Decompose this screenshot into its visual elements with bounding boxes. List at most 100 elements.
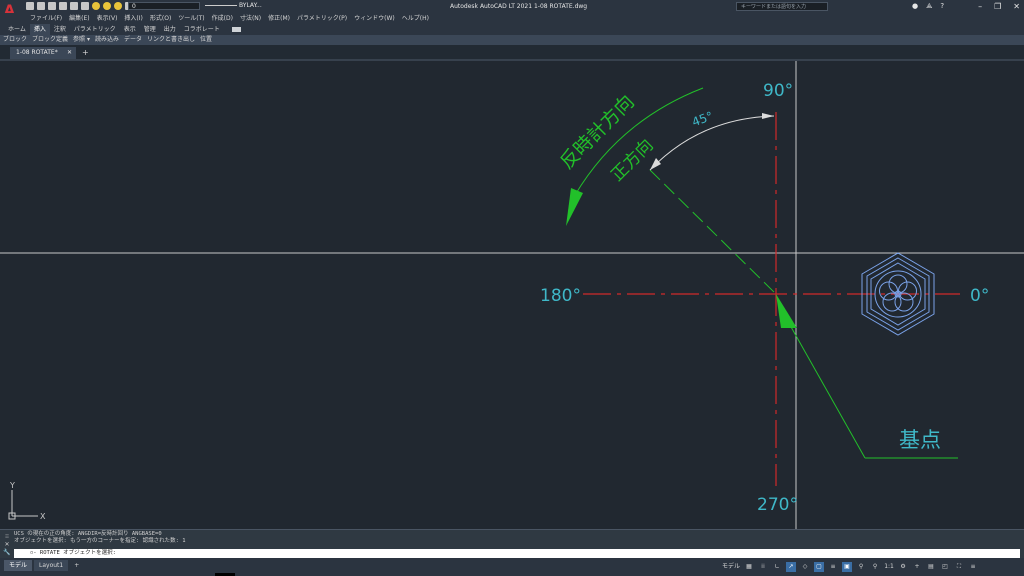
tab-layout1[interactable]: Layout1 xyxy=(34,560,69,571)
ribbon-minimize-button[interactable] xyxy=(231,27,241,32)
menu-window[interactable]: ウィンドウ(W) xyxy=(354,13,395,24)
annotation-visibility-icon[interactable]: ⚲ xyxy=(856,562,866,572)
ucs-icon: Y X xyxy=(8,481,46,521)
layer-dropdown[interactable]: 0 xyxy=(128,2,200,10)
linetype-dropdown[interactable]: BYLAY... xyxy=(205,2,275,10)
annotation-scale[interactable]: 1:1 xyxy=(884,562,894,572)
panel-data[interactable]: データ xyxy=(124,35,142,45)
petal-upper-left xyxy=(879,281,898,301)
menu-bar: ファイル(F) 編集(E) 表示(V) 挿入(I) 形式(O) ツール(T) 作… xyxy=(0,13,1024,24)
saveas-icon[interactable] xyxy=(59,2,67,10)
tab-annotate[interactable]: 注釈 xyxy=(50,24,70,35)
tab-insert[interactable]: 挿入 xyxy=(29,24,50,35)
command-history: UCS の現在の正の角度: ANGDIR=反時計回り ANGBASE=0 オブジ… xyxy=(14,531,186,545)
ortho-icon[interactable]: ∟ xyxy=(772,562,782,572)
osnap-icon[interactable]: ▢ xyxy=(814,562,825,572)
layout-tabs: モデル Layout1 + xyxy=(4,560,83,571)
panel-block-definition[interactable]: ブロック定義 xyxy=(32,35,68,45)
window-title: Autodesk AutoCAD LT 2021 1-08 ROTATE.dwg xyxy=(450,3,588,10)
tab-manage[interactable]: 管理 xyxy=(140,24,160,35)
petal-lower-left xyxy=(882,292,902,312)
file-tab-bar: 1-08 ROTATE* ✕ + xyxy=(0,45,1024,61)
model-space-button[interactable]: モデル xyxy=(722,562,740,572)
user-icon[interactable]: ● xyxy=(912,0,918,13)
minimize-icon[interactable]: – xyxy=(978,0,982,13)
command-input[interactable]: ▫- ROTATE オブジェクトを選択: xyxy=(14,549,1020,558)
window-controls: – ❐ ✕ xyxy=(978,0,1020,13)
close-tab-icon[interactable]: ✕ xyxy=(67,47,72,59)
menu-tools[interactable]: ツール(T) xyxy=(178,13,204,24)
ribbon-panel-bar: ブロック ブロック定義 参照 ▾ 読み込み データ リンクと書き出し 位置 xyxy=(0,35,1024,45)
tab-view[interactable]: 表示 xyxy=(120,24,140,35)
titlebar-tools: ● ⟁ ? xyxy=(912,0,944,13)
clean-screen-icon[interactable]: ⛶ xyxy=(954,562,964,572)
base-point-leader xyxy=(785,317,866,459)
menu-parametric[interactable]: パラメトリック(P) xyxy=(297,13,347,24)
selection-cycling-icon[interactable]: ▣ xyxy=(842,562,853,572)
units-icon[interactable]: ▤ xyxy=(926,562,936,572)
panel-reference[interactable]: 参照 ▾ xyxy=(73,35,90,45)
label-270: 270° xyxy=(757,495,798,515)
menu-modify[interactable]: 修正(M) xyxy=(268,13,290,24)
angle-label: 45° xyxy=(690,109,715,129)
lineweight-icon[interactable]: ≡ xyxy=(828,562,838,572)
history-line: オブジェクトを選択: もう一方のコーナーを指定: 認識された数: 1 xyxy=(14,538,186,544)
menu-draw[interactable]: 作成(D) xyxy=(212,13,233,24)
petal-top xyxy=(888,274,908,294)
menu-view[interactable]: 表示(V) xyxy=(97,13,118,24)
status-toolbar: モデル ▦ ⁞⁞ ∟ ↗ ◇ ▢ ≡ ▣ ⚲ ⚲ 1:1 ⚙ + ▤ ◰ ⛶ ≡ xyxy=(722,562,978,572)
menu-insert[interactable]: 挿入(I) xyxy=(124,13,142,24)
ribbon-tabs: ホーム 挿入 注釈 パラメトリック 表示 管理 出力 コラボレート xyxy=(0,24,1024,35)
save-icon[interactable] xyxy=(48,2,56,10)
search-input[interactable]: キーワードまたは語句を入力 xyxy=(736,2,828,11)
restore-icon[interactable]: ❐ xyxy=(994,0,1001,13)
new-file-icon[interactable] xyxy=(26,2,34,10)
tab-model[interactable]: モデル xyxy=(4,560,33,571)
drawing-canvas[interactable]: 90° 180° 0° 270° 45° 反時計方向 正方向 基点 Y X xyxy=(0,61,1024,529)
tab-collaborate[interactable]: コラボレート xyxy=(180,24,224,35)
command-window-handle[interactable]: ⁝⁝ ✕ 🔧 xyxy=(2,533,12,557)
ucs-x-label: X xyxy=(40,512,46,521)
bulb-icon[interactable] xyxy=(92,2,100,10)
sun-icon[interactable] xyxy=(103,2,111,10)
tab-home[interactable]: ホーム xyxy=(4,24,30,35)
new-tab-button[interactable]: + xyxy=(82,47,89,59)
hardware-accel-icon[interactable]: ◰ xyxy=(940,562,950,572)
grid-icon[interactable]: ▦ xyxy=(744,562,754,572)
lock-icon[interactable] xyxy=(114,2,122,10)
share-icon[interactable]: ⟁ xyxy=(926,0,932,13)
direction-line xyxy=(649,169,777,295)
angle-arrow-left xyxy=(650,158,661,170)
isodraft-icon[interactable]: ◇ xyxy=(800,562,810,572)
customize-icon[interactable]: ≡ xyxy=(968,562,978,572)
label-0: 0° xyxy=(970,286,989,306)
label-90: 90° xyxy=(763,81,793,101)
menu-dimension[interactable]: 寸法(N) xyxy=(240,13,261,24)
polar-icon[interactable]: ↗ xyxy=(786,562,797,572)
workspace-gear-icon[interactable]: ⚙ xyxy=(898,562,908,572)
panel-import[interactable]: 読み込み xyxy=(95,35,119,45)
help-icon[interactable]: ? xyxy=(940,0,944,13)
linetype-preview xyxy=(205,5,237,6)
tab-output[interactable]: 出力 xyxy=(160,24,180,35)
menu-edit[interactable]: 編集(E) xyxy=(69,13,89,24)
undo-icon[interactable] xyxy=(81,2,89,10)
print-icon[interactable] xyxy=(70,2,78,10)
base-point-arrowhead xyxy=(776,294,797,328)
tab-parametric[interactable]: パラメトリック xyxy=(70,24,120,35)
plus-icon[interactable]: + xyxy=(912,562,922,572)
snap-icon[interactable]: ⁞⁞ xyxy=(758,562,768,572)
menu-format[interactable]: 形式(O) xyxy=(150,13,171,24)
panel-location[interactable]: 位置 xyxy=(200,35,212,45)
command-window: ⁝⁝ ✕ 🔧 UCS の現在の正の角度: ANGDIR=反時計回り ANGBASE=… xyxy=(0,529,1024,559)
menu-file[interactable]: ファイル(F) xyxy=(30,13,62,24)
panel-block[interactable]: ブロック xyxy=(3,35,27,45)
panel-link-export[interactable]: リンクと書き出し xyxy=(147,35,195,45)
add-layout-button[interactable]: + xyxy=(70,560,83,571)
ccw-arrowhead xyxy=(566,188,583,226)
menu-help[interactable]: ヘルプ(H) xyxy=(402,13,429,24)
auto-scale-icon[interactable]: ⚲ xyxy=(870,562,880,572)
file-tab-active[interactable]: 1-08 ROTATE* ✕ xyxy=(10,47,76,59)
open-file-icon[interactable] xyxy=(37,2,45,10)
close-icon[interactable]: ✕ xyxy=(1013,0,1020,13)
